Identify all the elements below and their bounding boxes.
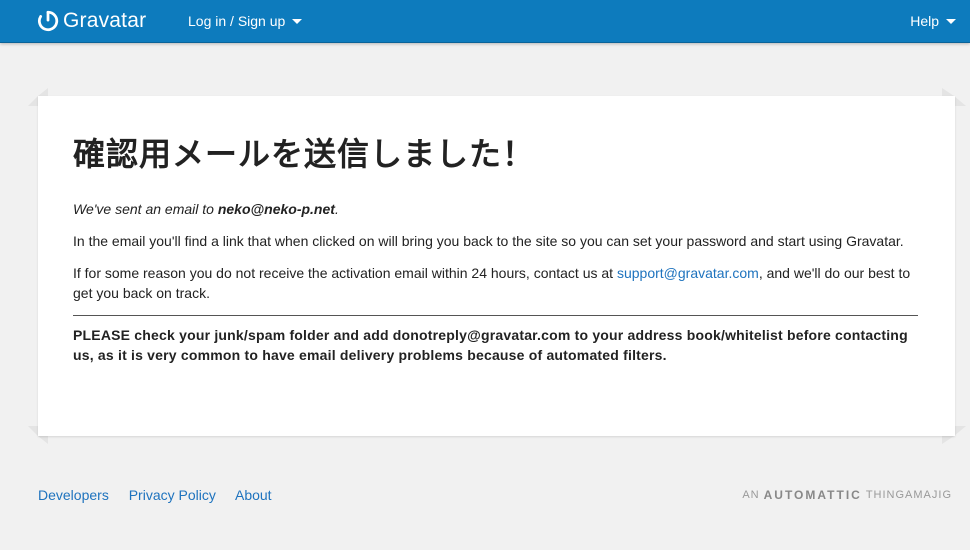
login-signup-label: Log in / Sign up: [188, 13, 286, 29]
confirmation-card-wrapper: 確認用メールを送信しました！ We've sent an email to ne…: [28, 88, 970, 444]
email-sent-prefix: We've sent an email to: [73, 201, 218, 217]
login-signup-menu[interactable]: Log in / Sign up: [188, 13, 303, 29]
email-sent-suffix: .: [334, 201, 339, 217]
instructions-text: In the email you'll find a link that whe…: [73, 233, 904, 249]
footer-links: Developers Privacy Policy About: [38, 487, 288, 503]
gravatar-logo-icon: [38, 10, 59, 32]
recipient-email: neko@neko-p.net: [217, 201, 335, 217]
support-text: If for some reason you do not receive th…: [73, 263, 923, 303]
brand-suffix: THINGAMAJIG: [865, 489, 952, 501]
chevron-down-icon: [946, 19, 956, 24]
card-content: 確認用メールを送信しました！ We've sent an email to ne…: [73, 134, 923, 365]
gravatar-logo-link[interactable]: Gravatar: [37, 8, 146, 34]
support-email-link[interactable]: support@gravatar.com: [617, 265, 759, 281]
divider: [73, 315, 918, 316]
brand-name: AUTOMATTIC: [763, 488, 862, 502]
spam-warning-text: PLEASE check your junk/spam folder and a…: [73, 327, 908, 363]
top-navigation-bar: Gravatar Log in / Sign up Help: [0, 0, 970, 43]
brand-prefix: AN: [742, 489, 760, 501]
page-title: 確認用メールを送信しました！: [73, 135, 536, 173]
footer-link-developers[interactable]: Developers: [38, 487, 109, 503]
footer-link-privacy-policy[interactable]: Privacy Policy: [129, 487, 216, 503]
confirmation-card: 確認用メールを送信しました！ We've sent an email to ne…: [38, 96, 955, 436]
automattic-branding[interactable]: AN AUTOMATTIC THINGAMAJIG: [742, 488, 952, 502]
chevron-down-icon: [292, 19, 303, 24]
support-prefix: If for some reason you do not receive th…: [73, 265, 617, 281]
help-label: Help: [910, 13, 939, 29]
email-sent-text: We've sent an email to neko@neko-p.net.: [73, 199, 923, 219]
footer-link-about[interactable]: About: [235, 487, 272, 503]
logo-text: Gravatar: [63, 9, 147, 32]
help-menu[interactable]: Help: [910, 13, 956, 29]
